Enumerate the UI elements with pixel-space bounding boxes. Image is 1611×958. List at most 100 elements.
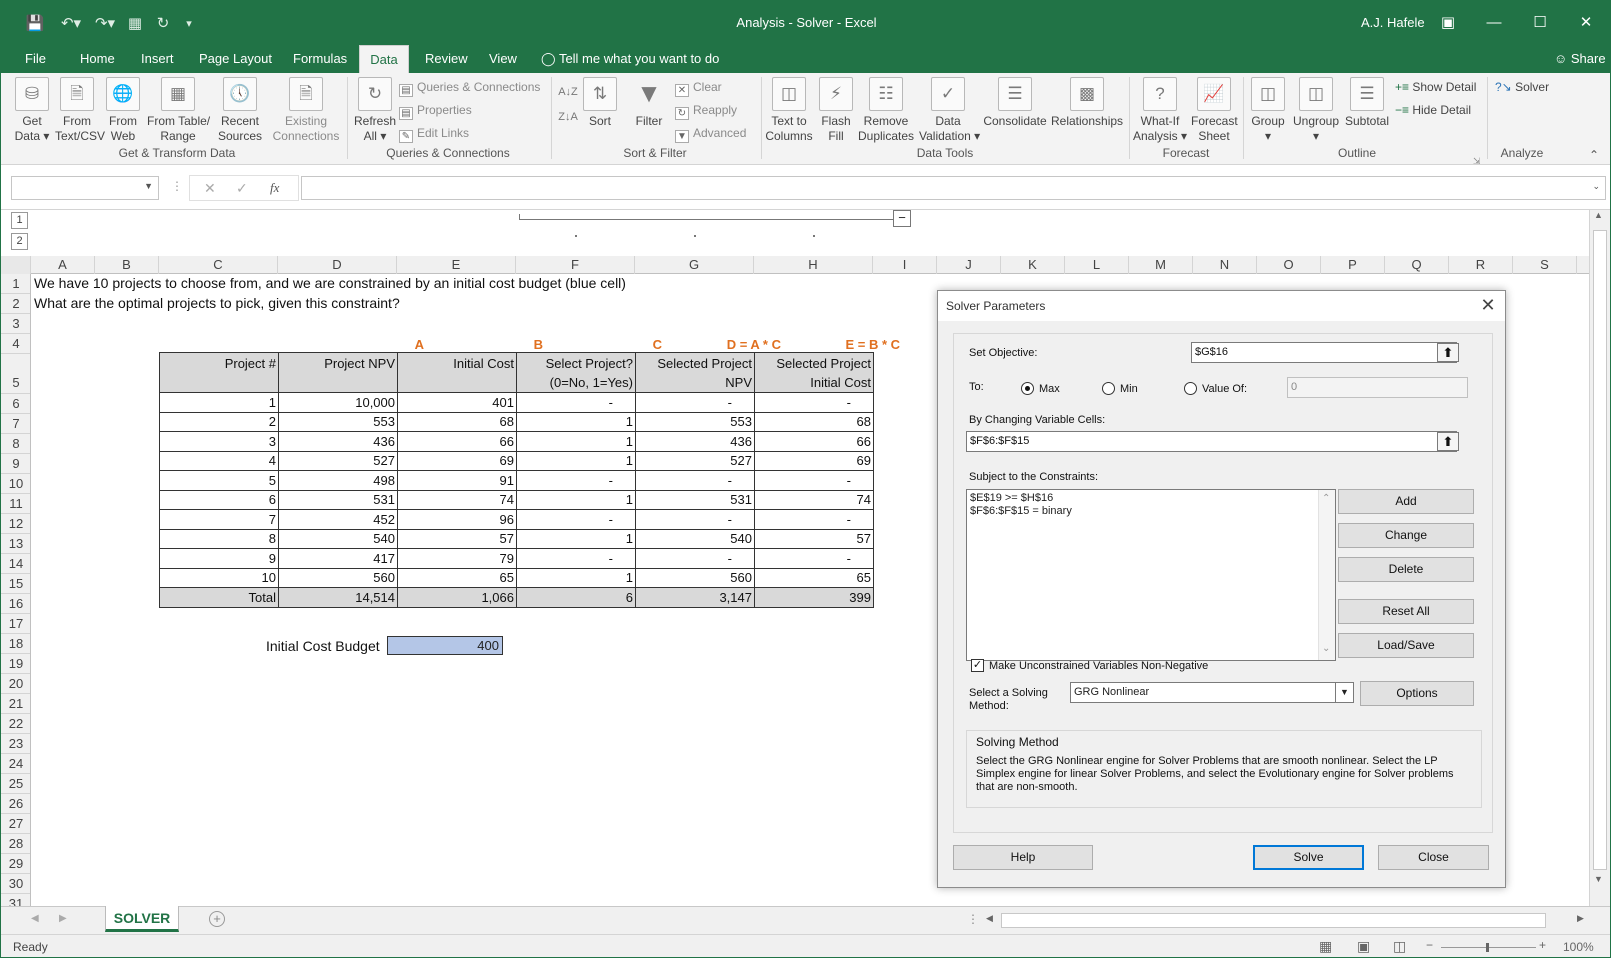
reapply-button[interactable]: ↻ Reapply (675, 102, 737, 120)
tab-formulas[interactable]: Formulas (287, 45, 353, 73)
column-header-b[interactable]: B (95, 256, 159, 274)
table-cell[interactable]: 1 (516, 567, 636, 588)
from-text-button[interactable]: 🗎 From Text/CSV (55, 77, 105, 144)
objective-ref-button[interactable]: ⬆ (1437, 343, 1459, 362)
outline-level-2-button[interactable]: 2 (11, 233, 28, 250)
scroll-right-icon[interactable]: ▶ (1577, 913, 1584, 924)
group-button[interactable]: ◫ Group ▾ (1249, 77, 1287, 144)
column-header-j[interactable]: J (937, 256, 1001, 274)
column-header-k[interactable]: K (1001, 256, 1065, 274)
refresh-icon[interactable]: ↻ (153, 13, 173, 33)
row-header[interactable]: 28 (1, 834, 30, 854)
close-window-icon[interactable]: ✕ (1571, 11, 1601, 33)
table-cell[interactable]: 66 (754, 431, 874, 452)
formula-expand-icon[interactable]: ⌄ (1592, 181, 1600, 192)
row-header[interactable]: 1 (1, 274, 30, 294)
table-cell[interactable]: 1 (159, 392, 279, 413)
vertical-scroll-thumb[interactable] (1593, 230, 1607, 870)
column-header-l[interactable]: L (1065, 256, 1129, 274)
table-cell[interactable]: 65 (754, 567, 874, 588)
row-header[interactable]: 11 (1, 494, 30, 514)
column-header-e[interactable]: E (397, 256, 516, 274)
column-header-d[interactable]: D (278, 256, 397, 274)
row-header[interactable]: 12 (1, 514, 30, 534)
table-cell[interactable]: 74 (397, 489, 517, 510)
row-header[interactable]: 14 (1, 554, 30, 574)
table-cell[interactable]: 69 (397, 450, 517, 471)
tell-me-search[interactable]: ◯ Tell me what you want to do (541, 45, 719, 73)
sheet-tab-solver[interactable]: SOLVER (105, 906, 179, 932)
row-header[interactable]: 23 (1, 734, 30, 754)
existing-connections-button[interactable]: 🗎 Existing Connections (271, 77, 341, 144)
tab-view[interactable]: View (483, 45, 523, 73)
column-header-o[interactable]: O (1257, 256, 1321, 274)
row-header[interactable]: 27 (1, 814, 30, 834)
page-break-view-icon[interactable]: ◫ (1393, 938, 1406, 955)
row-header[interactable]: 31 (1, 894, 30, 906)
help-button[interactable]: Help (953, 845, 1093, 870)
max-label[interactable]: Max (1039, 383, 1060, 395)
new-sheet-icon[interactable]: + (209, 911, 225, 927)
edit-links-button[interactable]: ✎ Edit Links (399, 125, 469, 143)
from-web-button[interactable]: 🌐 From Web (105, 77, 141, 144)
table-cell[interactable]: - (635, 470, 755, 491)
table-cell[interactable]: 560 (635, 567, 755, 588)
row-header[interactable]: 16 (1, 594, 30, 614)
table-cell[interactable]: 74 (754, 489, 874, 510)
formula-input[interactable]: ⌄ (301, 176, 1606, 200)
table-cell[interactable]: 527 (278, 450, 398, 471)
ribbon-display-icon[interactable]: ▣ (1433, 11, 1463, 33)
relationships-button[interactable]: ▩ Relationships (1051, 77, 1123, 129)
column-header-s[interactable]: S (1513, 256, 1577, 274)
table-cell[interactable]: 5 (159, 470, 279, 491)
name-box-dropdown-icon[interactable]: ▼ (144, 181, 153, 191)
what-if-analysis-button[interactable]: ? What-If Analysis ▾ (1133, 77, 1187, 144)
table-cell[interactable]: - (516, 470, 636, 491)
total-cell[interactable]: 14,514 (278, 587, 398, 608)
value-of-input[interactable]: 0 (1287, 377, 1468, 398)
column-header-a[interactable]: A (31, 256, 95, 274)
delete-button[interactable]: Delete (1338, 557, 1474, 582)
table-cell[interactable]: 69 (754, 450, 874, 471)
column-header-i[interactable]: I (873, 256, 937, 274)
outline-collapse-button[interactable]: − (893, 210, 911, 227)
get-data-button[interactable]: ⛁ Get Data ▾ (11, 77, 53, 144)
row-header[interactable]: 22 (1, 714, 30, 734)
zoom-out-icon[interactable]: − (1426, 938, 1433, 952)
table-cell[interactable]: - (754, 392, 874, 413)
total-cell[interactable]: 1,066 (397, 587, 517, 608)
row-header[interactable]: 10 (1, 474, 30, 494)
scroll-down-icon[interactable]: ▼ (1594, 874, 1603, 884)
recent-sources-button[interactable]: 🕔 Recent Sources (215, 77, 265, 144)
objective-input[interactable]: $G$16 (1191, 342, 1457, 363)
table-cell[interactable]: 96 (397, 509, 517, 530)
table-cell[interactable]: - (635, 548, 755, 569)
outline-level-1-button[interactable]: 1 (11, 212, 28, 229)
constraints-scroll-down-icon[interactable]: ⌄ (1322, 642, 1330, 655)
tab-page-layout[interactable]: Page Layout (193, 45, 278, 73)
text-to-columns-button[interactable]: ◫ Text to Columns (765, 77, 813, 144)
sort-az-button[interactable]: A↓Z Z↓A (557, 77, 579, 125)
horizontal-scrollbar[interactable] (1001, 913, 1546, 928)
insert-function-icon[interactable]: fx (270, 180, 279, 196)
options-button[interactable]: Options (1360, 681, 1474, 706)
header-project-npv[interactable]: Project NPV (278, 352, 398, 393)
constraints-list[interactable]: $E$19 >= $H$16 $F$6:$F$15 = binary ⌃ ⌄ (966, 489, 1336, 661)
zoom-in-icon[interactable]: + (1539, 938, 1546, 952)
table-cell[interactable]: 553 (278, 411, 398, 432)
table-cell[interactable]: - (754, 470, 874, 491)
row-header[interactable]: 2 (1, 294, 30, 314)
forecast-sheet-button[interactable]: 📈 Forecast Sheet (1191, 77, 1238, 144)
collapse-ribbon-icon[interactable]: ⌃ (1589, 147, 1599, 163)
row-header[interactable]: 5 (1, 354, 30, 394)
vertical-scrollbar[interactable]: ▲ ▼ (1589, 210, 1610, 906)
name-box[interactable]: ▼ (11, 176, 159, 200)
table-cell[interactable]: - (516, 392, 636, 413)
tab-file[interactable]: File (19, 45, 52, 73)
table-cell[interactable]: 57 (754, 528, 874, 549)
table-icon[interactable]: ▦ (125, 13, 145, 33)
customize-qat-icon[interactable]: ▾ (181, 13, 197, 33)
table-cell[interactable]: 1 (516, 489, 636, 510)
column-header-c[interactable]: C (159, 256, 278, 274)
column-header-n[interactable]: N (1193, 256, 1257, 274)
